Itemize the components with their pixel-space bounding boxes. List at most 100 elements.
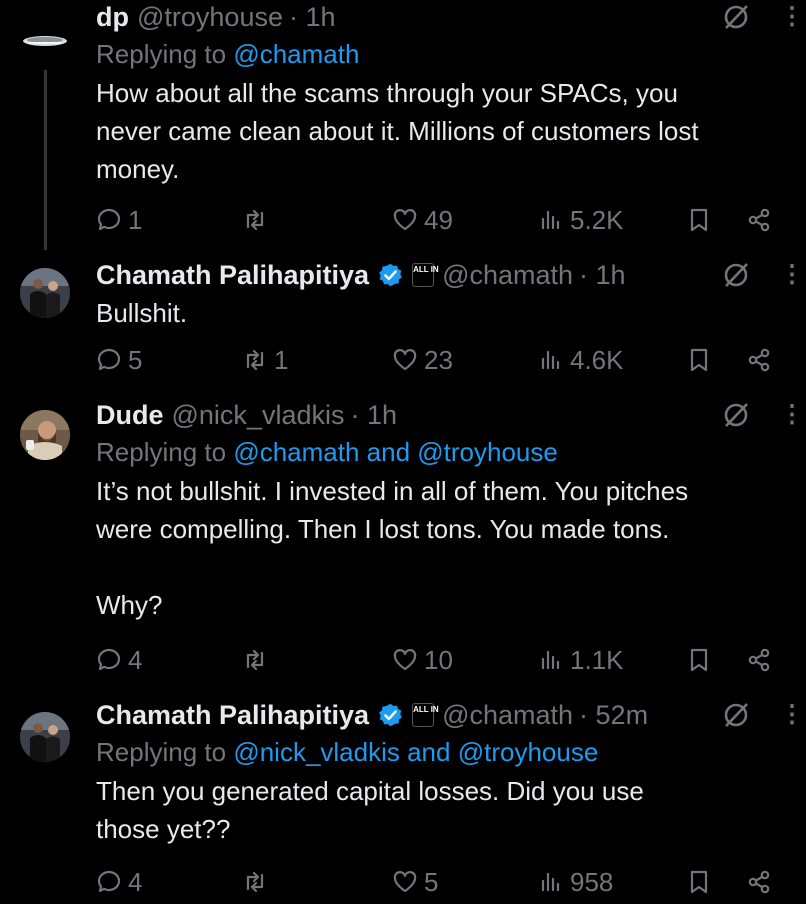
replying-to-link[interactable]: @chamath (233, 39, 359, 69)
reply-count: 1 (128, 204, 143, 235)
tweet-text-line (96, 548, 786, 586)
retweet-button[interactable] (242, 644, 274, 676)
reply-button[interactable]: 5 (96, 344, 142, 376)
bookmark-icon (690, 348, 708, 372)
bookmark-button[interactable] (686, 344, 712, 376)
replying-to-link[interactable]: @nick_vladkis and @troyhouse (233, 737, 598, 767)
views-icon (541, 872, 560, 892)
heart-icon (393, 349, 417, 371)
avatar-dp[interactable] (20, 16, 70, 66)
bookmark-button[interactable] (686, 204, 712, 236)
thread-line (44, 70, 47, 250)
more-options-icon[interactable]: ⋮ (780, 703, 804, 727)
reply-icon (97, 348, 121, 371)
author-name[interactable]: dp (96, 0, 129, 34)
views-button[interactable]: 5.2K (538, 204, 624, 236)
retweet-icon (246, 649, 264, 671)
reply-button[interactable]: 4 (96, 644, 142, 676)
like-button[interactable]: 23 (392, 344, 453, 376)
action-bar: 4 5 958 (96, 866, 770, 898)
affiliate-badge[interactable]: ALL IN (412, 263, 439, 287)
tweet-text-line: those yet?? (96, 814, 231, 844)
retweet-count: 1 (274, 344, 289, 375)
profile-photo (20, 268, 70, 318)
timestamp[interactable]: · 52m (579, 698, 648, 732)
author-handle[interactable]: @troyhouse (137, 0, 283, 34)
heart-icon (393, 649, 417, 671)
tweet-text: Bullshit. (96, 294, 786, 332)
author-handle[interactable]: @chamath (442, 258, 573, 292)
author-handle[interactable]: @nick_vladkis (172, 398, 345, 432)
timestamp[interactable]: · 1h (350, 398, 397, 432)
more-options-icon[interactable]: ⋮ (780, 263, 804, 287)
action-bar: 5 1 23 4.6K (96, 344, 770, 376)
car-logo-icon (20, 16, 70, 66)
tweet-text-line: It’s not bullshit. I invested in all of … (96, 476, 689, 506)
replying-to-label: Replying to (96, 737, 227, 767)
avatar-dude[interactable] (20, 410, 70, 460)
share-icon (748, 648, 770, 672)
retweet-button[interactable] (242, 204, 274, 236)
share-button[interactable] (746, 644, 772, 676)
view-count: 1.1K (570, 644, 624, 675)
view-count: 958 (570, 866, 614, 897)
reply-count: 5 (128, 344, 143, 375)
timestamp[interactable]: · 1h (579, 258, 626, 292)
verified-badge-icon[interactable] (377, 702, 404, 729)
grok-icon[interactable] (722, 701, 750, 729)
author-name[interactable]: Chamath Palihapitiya (96, 258, 369, 292)
reply-icon (97, 208, 121, 231)
views-button[interactable]: 1.1K (538, 644, 624, 676)
timestamp[interactable]: · 1h (289, 0, 336, 34)
grok-icon[interactable] (722, 401, 750, 429)
action-bar: 4 10 1.1K (96, 644, 770, 676)
share-button[interactable] (746, 344, 772, 376)
views-icon (541, 350, 560, 370)
replying-to-link[interactable]: @chamath and @troyhouse (233, 437, 558, 467)
reply-icon (97, 870, 121, 893)
bookmark-button[interactable] (686, 866, 712, 898)
heart-icon (393, 871, 417, 893)
like-count: 10 (424, 644, 453, 675)
affiliate-badge[interactable]: ALL IN (412, 703, 439, 727)
like-button[interactable]: 49 (392, 204, 453, 236)
bookmark-icon (690, 208, 708, 232)
like-button[interactable]: 10 (392, 644, 453, 676)
retweet-button[interactable]: 1 (242, 344, 288, 376)
like-count: 23 (424, 344, 453, 375)
reply-button[interactable]: 4 (96, 866, 142, 898)
share-icon (748, 870, 770, 894)
bookmark-button[interactable] (686, 644, 712, 676)
author-name[interactable]: Chamath Palihapitiya (96, 698, 369, 732)
share-icon (748, 348, 770, 372)
tweet-text-line: Then you generated capital losses. Did y… (96, 776, 644, 806)
grok-icon[interactable] (722, 3, 750, 31)
view-count: 4.6K (570, 344, 624, 375)
author-handle[interactable]: @chamath (442, 698, 573, 732)
views-button[interactable]: 4.6K (538, 344, 624, 376)
more-options-icon[interactable]: ⋮ (780, 5, 804, 29)
grok-icon[interactable] (722, 261, 750, 289)
tweet-text: It’s not bullshit. I invested in all of … (96, 472, 786, 624)
share-button[interactable] (746, 204, 772, 236)
views-button[interactable]: 958 (538, 866, 613, 898)
view-count: 5.2K (570, 204, 624, 235)
more-options-icon[interactable]: ⋮ (780, 403, 804, 427)
avatar-chamath[interactable] (20, 268, 70, 318)
profile-photo (20, 410, 70, 460)
reply-count: 4 (128, 866, 143, 897)
like-button[interactable]: 5 (392, 866, 438, 898)
tweet-text-line: How about all the scams through your SPA… (96, 78, 678, 108)
tweet-text-line: never came clean about it. Millions of c… (96, 116, 699, 146)
like-count: 49 (424, 204, 453, 235)
avatar-chamath[interactable] (20, 712, 70, 762)
tweet-text: How about all the scams through your SPA… (96, 74, 786, 188)
reply-button[interactable]: 1 (96, 204, 142, 236)
tweet-text-line: Bullshit. (96, 298, 188, 328)
retweet-button[interactable] (242, 866, 274, 898)
tweet-text-line: money. (96, 154, 180, 184)
share-button[interactable] (746, 866, 772, 898)
action-bar: 1 49 5.2K (96, 204, 770, 236)
verified-badge-icon[interactable] (377, 262, 404, 289)
author-name[interactable]: Dude (96, 398, 164, 432)
